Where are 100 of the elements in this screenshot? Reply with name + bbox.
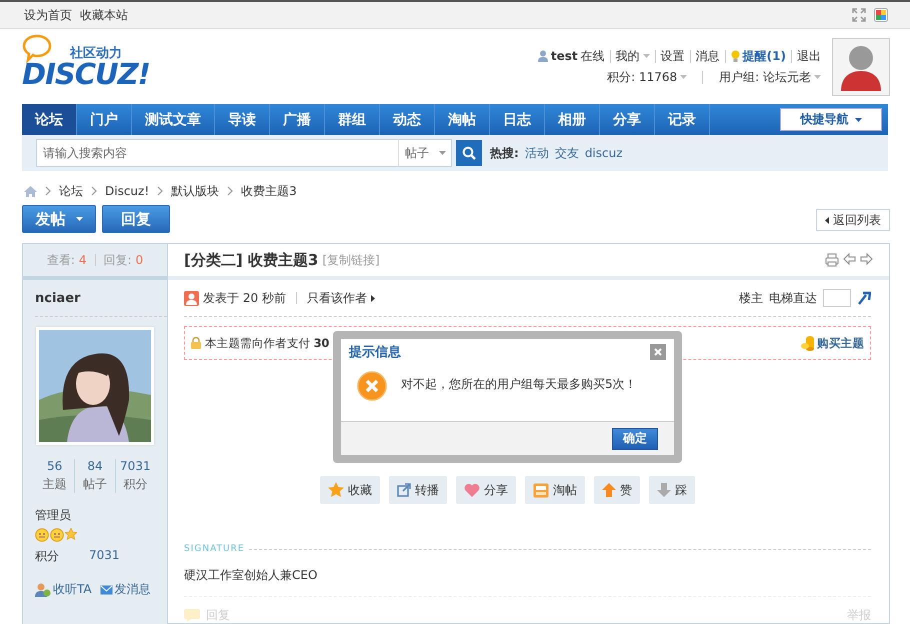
author-name[interactable]: nciaer	[35, 280, 167, 317]
chevron-icon	[45, 186, 51, 196]
chevron-icon	[227, 186, 234, 196]
views-label: 查看:	[46, 252, 75, 268]
action-button[interactable]: 踩	[649, 476, 695, 504]
type-select[interactable]: 帖子	[398, 139, 452, 167]
username[interactable]: test	[550, 50, 578, 62]
follow-link[interactable]: 收听TA	[35, 581, 92, 598]
stat-value[interactable]: 56	[47, 459, 62, 473]
user-group[interactable]: 管理员	[35, 507, 155, 524]
action-button[interactable]: 转播	[389, 476, 447, 504]
star-icon	[65, 528, 77, 540]
chevron-icon	[91, 186, 97, 196]
dialog-message: 对不起，您所在的用户组每天最多购买5次！	[401, 376, 637, 393]
stat-label: 帖子	[82, 476, 107, 493]
author-only-link[interactable]: 只看该作者	[306, 290, 367, 306]
next-arrow-icon[interactable]	[860, 253, 873, 265]
color-palette-icon[interactable]	[874, 8, 888, 22]
stat-value[interactable]: 84	[87, 459, 103, 473]
caret-icon	[854, 118, 862, 122]
envelope-icon	[100, 584, 113, 594]
action-button[interactable]: 淘帖	[525, 476, 585, 504]
search-field[interactable]: 请输入搜索内容	[36, 139, 398, 167]
caret-icon	[76, 217, 82, 221]
menu-link[interactable]: 设置	[660, 50, 685, 62]
post-time: 发表于 20 秒前	[203, 290, 286, 306]
dialog-title: 提示信息	[349, 344, 401, 361]
breadcrumb-link[interactable]: Discuz!	[105, 184, 150, 198]
signature-label: SIGNATURE	[184, 544, 245, 554]
print-icon[interactable]	[825, 253, 839, 267]
replies-count: 0	[136, 253, 144, 267]
caret-icon	[680, 75, 688, 79]
search-icon	[462, 146, 476, 160]
logo-tagline: 社区动力	[70, 44, 122, 62]
close-icon	[654, 348, 662, 356]
message-link[interactable]: 发消息	[100, 581, 151, 598]
follow-icon	[35, 582, 51, 596]
stat-value[interactable]: 7031	[120, 459, 151, 473]
points-label: 积分	[35, 548, 59, 565]
go-icon[interactable]	[857, 291, 871, 305]
caret-icon	[642, 54, 650, 58]
smiley-icon	[35, 528, 49, 542]
notice-link[interactable]: 提醒(1)	[742, 50, 786, 62]
hot-label: 热搜:	[490, 144, 519, 162]
error-icon	[357, 371, 387, 401]
menu-link[interactable]: 退出	[797, 50, 821, 62]
jump-label: 电梯直达	[769, 290, 817, 306]
online-status: 在线	[580, 50, 605, 62]
logo-text[interactable]: DISCUZ!	[22, 60, 152, 88]
floor-field[interactable]	[823, 289, 851, 307]
action-button[interactable]: 收藏	[320, 476, 380, 504]
quick-nav-button[interactable]: 快捷导航	[780, 108, 882, 131]
caret-icon	[439, 151, 446, 155]
caret-icon	[370, 294, 375, 302]
fullscreen-icon[interactable]	[852, 8, 866, 22]
speech-bubble-icon	[22, 34, 52, 64]
tray-icon	[533, 482, 549, 498]
nav-tab[interactable]: 论坛	[22, 104, 77, 135]
points-text[interactable]: 积分: 11768	[607, 70, 678, 84]
author-icon	[184, 290, 199, 306]
points-value[interactable]: 7031	[89, 548, 120, 565]
hot-link[interactable]: discuz	[584, 146, 623, 160]
caret-icon	[814, 75, 821, 79]
reply-button[interactable]: 回复	[102, 205, 170, 233]
back-to-list-button[interactable]: 返回列表	[816, 209, 890, 231]
views-count: 4	[78, 253, 86, 267]
previous-arrow-icon[interactable]	[843, 253, 856, 265]
replies-label: 回复:	[104, 252, 132, 268]
stat-label: 主题	[42, 476, 67, 493]
bulb-icon	[730, 50, 740, 62]
chevron-icon	[157, 186, 164, 196]
coins-icon	[801, 335, 816, 351]
down-arrow-icon	[657, 483, 671, 497]
top-link[interactable]: 设为首页	[24, 6, 72, 24]
buy-topic-link[interactable]: 购买主题	[801, 335, 864, 351]
signature-text: 硬汉工作室创始人兼CEO	[184, 567, 871, 597]
heart-icon	[464, 483, 480, 497]
floor-label: 楼主	[739, 290, 763, 306]
breadcrumb-link[interactable]: 默认版块	[171, 182, 220, 200]
action-button[interactable]: 赞	[594, 476, 640, 504]
hot-link[interactable]: 交友	[554, 144, 579, 162]
action-button[interactable]: 分享	[456, 476, 516, 504]
breadcrumb-link[interactable]: 论坛	[59, 182, 83, 200]
lock-icon	[191, 337, 201, 349]
post-button[interactable]: 发帖	[22, 205, 96, 233]
hot-link[interactable]: 活动	[524, 144, 549, 162]
search-button[interactable]	[456, 140, 482, 166]
menu-link[interactable]: 我的	[616, 50, 640, 62]
user-group[interactable]: 用户组: 论坛元老	[719, 70, 811, 84]
user-icon	[538, 50, 548, 62]
home-icon[interactable]	[24, 186, 37, 196]
menu-link[interactable]: 消息	[696, 50, 720, 62]
close-button[interactable]	[650, 344, 666, 360]
thread-title: [分类二] 收费主题3	[184, 250, 318, 270]
star-icon	[328, 482, 344, 498]
purchase-notice: 本主题需向作者支付 30	[205, 336, 330, 350]
caret-icon	[825, 216, 829, 224]
top-link[interactable]: 收藏本站	[80, 6, 128, 24]
confirm-button[interactable]: 确定	[612, 428, 658, 450]
smiley-icon	[50, 528, 64, 542]
